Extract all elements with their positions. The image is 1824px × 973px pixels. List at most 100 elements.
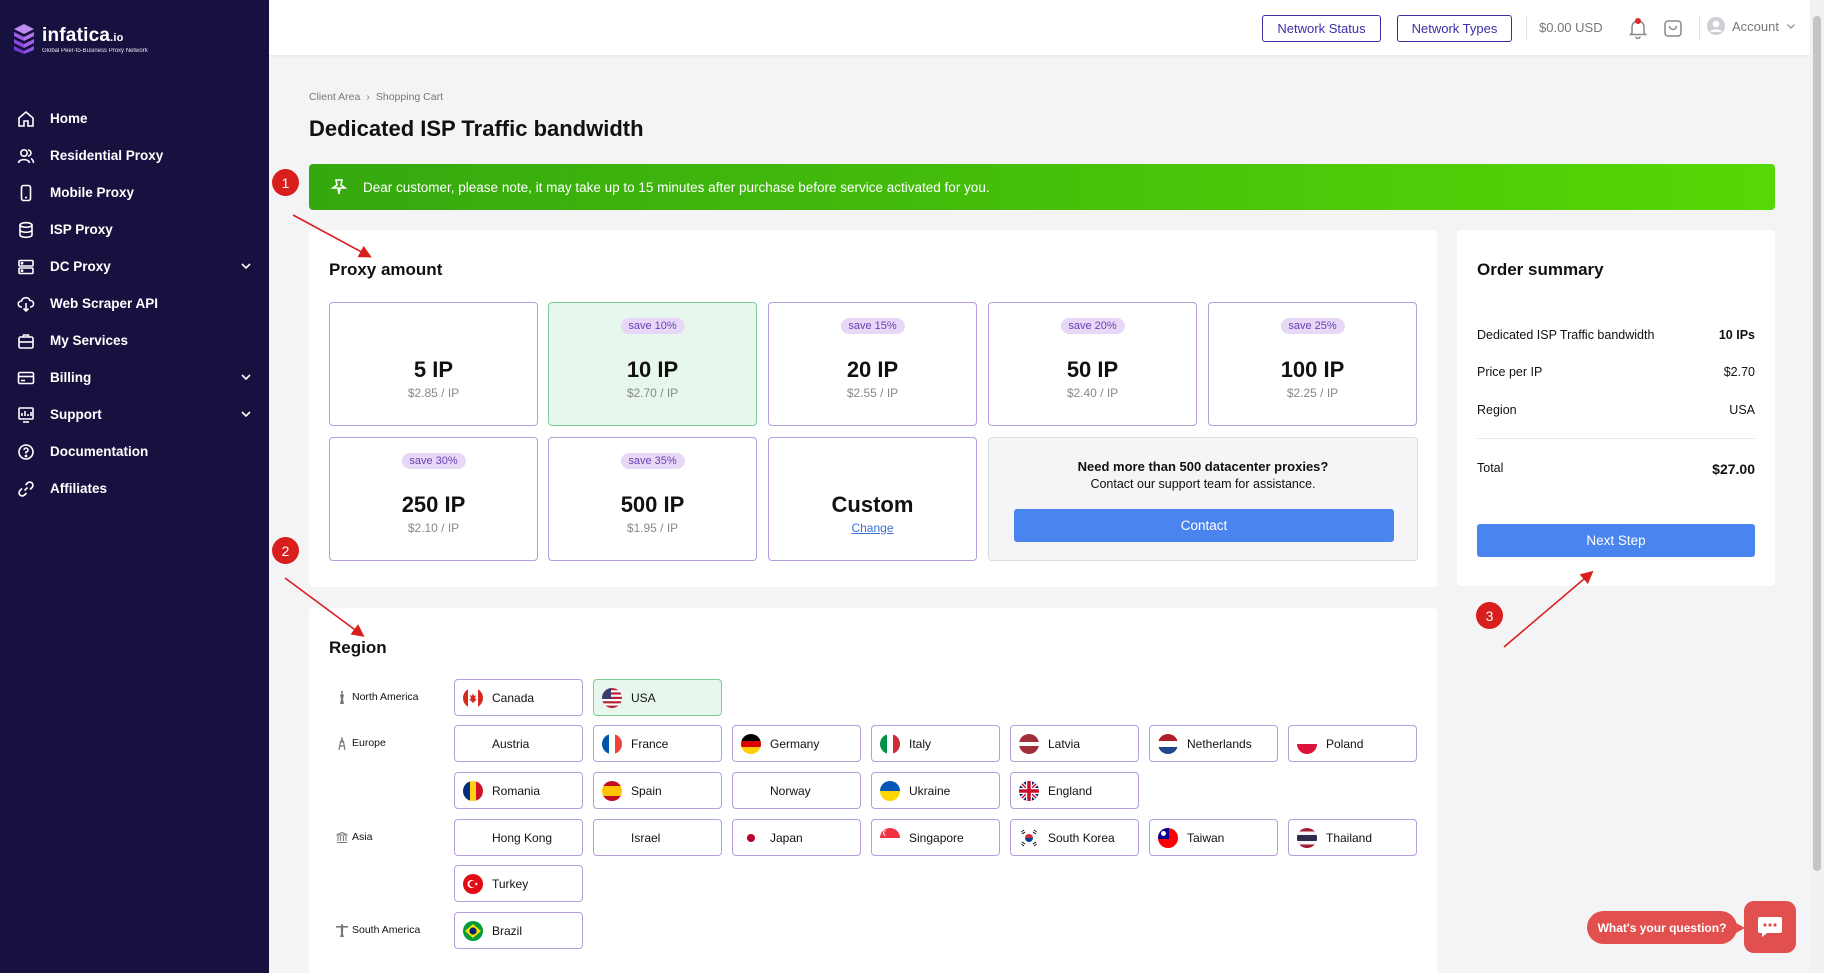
country-label: Brazil: [492, 923, 523, 938]
amount-option-500[interactable]: save 35% 500 IP $1.95 / IP: [548, 437, 757, 561]
amount-option-20[interactable]: save 15% 20 IP $2.55 / IP: [768, 302, 977, 426]
account-menu[interactable]: Account: [1706, 16, 1797, 36]
amount-option-10[interactable]: save 10% 10 IP $2.70 / IP: [548, 302, 757, 426]
annotation-marker-1: 1: [272, 169, 299, 196]
network-types-button[interactable]: Network Types: [1397, 15, 1512, 42]
amount-option-100[interactable]: save 25% 100 IP $2.25 / IP: [1208, 302, 1417, 426]
sidebar-item-dc-proxy[interactable]: DC Proxy: [0, 248, 269, 285]
country-romania[interactable]: Romania: [454, 772, 583, 809]
amount-option-50[interactable]: save 20% 50 IP $2.40 / IP: [988, 302, 1197, 426]
total-value: $27.00: [1712, 461, 1755, 477]
country-italy[interactable]: Italy: [871, 725, 1000, 762]
sidebar-item-documentation[interactable]: Documentation: [0, 433, 269, 470]
divider: [1699, 16, 1700, 41]
flag-taiwan-icon: [1158, 827, 1178, 848]
country-canada[interactable]: Canada: [454, 679, 583, 716]
scrollbar[interactable]: [1810, 0, 1824, 973]
flag-south-korea-icon: [1019, 827, 1039, 848]
amount-price: $2.40 / IP: [1066, 386, 1119, 400]
sidebar-item-mobile-proxy[interactable]: Mobile Proxy: [0, 174, 269, 211]
cart-icon[interactable]: [1662, 17, 1684, 39]
sidebar-item-my-services[interactable]: My Services: [0, 322, 269, 359]
scrollbar-thumb[interactable]: [1813, 16, 1821, 871]
amount-option-custom[interactable]: Custom Change: [768, 437, 977, 561]
country-latvia[interactable]: Latvia: [1010, 725, 1139, 762]
country-japan[interactable]: Japan: [732, 819, 861, 856]
amount-value: 10 IP: [626, 357, 679, 382]
users-icon: [16, 146, 36, 166]
star-icon: [330, 179, 348, 195]
chat-prompt[interactable]: What's your question?: [1587, 911, 1745, 944]
logo[interactable]: infatica.io Global Peer-to-Business Prox…: [14, 24, 148, 54]
flag-france-icon: [602, 733, 622, 754]
country-label: Singapore: [909, 830, 964, 845]
country-usa[interactable]: USA: [593, 679, 722, 716]
sidebar-item-home[interactable]: Home: [0, 100, 269, 137]
server-icon: [16, 257, 36, 277]
card-icon: [16, 368, 36, 388]
sidebar-item-residential-proxy[interactable]: Residential Proxy: [0, 137, 269, 174]
country-label: France: [631, 736, 669, 751]
sidebar-item-support[interactable]: Support: [0, 396, 269, 433]
amount-value: 100 IP: [1280, 357, 1345, 382]
country-hong-kong[interactable]: Hong Kong: [454, 819, 583, 856]
country-label: Austria: [492, 736, 530, 751]
country-label: USA: [631, 690, 656, 705]
country-south-korea[interactable]: South Korea: [1010, 819, 1139, 856]
country-taiwan[interactable]: Taiwan: [1149, 819, 1278, 856]
notice-banner: Dear customer, please note, it may take …: [309, 164, 1775, 210]
sidebar-item-label: My Services: [50, 333, 129, 348]
region-group-asia: Asia: [336, 830, 372, 844]
flag-poland-icon: [1297, 733, 1317, 754]
annotation-marker-2: 2: [272, 537, 299, 564]
country-spain[interactable]: Spain: [593, 772, 722, 809]
logo-suffix: .io: [110, 31, 124, 44]
amount-price: $2.25 / IP: [1286, 386, 1339, 400]
breadcrumb-item-client-area[interactable]: Client Area: [309, 91, 360, 103]
chat-button[interactable]: [1744, 901, 1796, 953]
eiffel-tower-icon: [336, 736, 348, 750]
statue-icon: [336, 690, 348, 704]
country-poland[interactable]: Poland: [1288, 725, 1417, 762]
sidebar-item-label: Support: [50, 407, 102, 422]
country-thailand[interactable]: Thailand: [1288, 819, 1417, 856]
country-france[interactable]: France: [593, 725, 722, 762]
database-icon: [16, 220, 36, 240]
save-badge: save 10%: [620, 318, 685, 334]
contact-button[interactable]: Contact: [1014, 509, 1394, 542]
avatar-icon: [1707, 17, 1725, 35]
next-step-button[interactable]: Next Step: [1477, 524, 1755, 557]
country-germany[interactable]: Germany: [732, 725, 861, 762]
summary-row-total: Total $27.00: [1477, 461, 1755, 477]
flag-canada-icon: [463, 687, 483, 708]
balance[interactable]: $0.00 USD: [1539, 20, 1603, 35]
flag-uk-icon: [1019, 780, 1039, 801]
save-badge: save 15%: [840, 318, 905, 334]
network-status-button[interactable]: Network Status: [1262, 15, 1381, 42]
country-netherlands[interactable]: Netherlands: [1149, 725, 1278, 762]
country-austria[interactable]: Austria: [454, 725, 583, 762]
amount-option-5[interactable]: 5 IP $2.85 / IP: [329, 302, 538, 426]
christ-statue-icon: [336, 923, 348, 937]
country-israel[interactable]: Israel: [593, 819, 722, 856]
sidebar-item-web-scraper-api[interactable]: Web Scraper API: [0, 285, 269, 322]
flag-thailand-icon: [1297, 827, 1317, 848]
logo-tagline: Global Peer-to-Business Proxy Network: [42, 47, 148, 54]
country-ukraine[interactable]: Ukraine: [871, 772, 1000, 809]
flag-singapore-icon: [880, 827, 900, 848]
temple-icon: [336, 830, 348, 844]
change-link[interactable]: Change: [769, 521, 976, 535]
sidebar-item-isp-proxy[interactable]: ISP Proxy: [0, 211, 269, 248]
country-england[interactable]: England: [1010, 772, 1139, 809]
sidebar-item-affiliates[interactable]: Affiliates: [0, 470, 269, 507]
amount-option-250[interactable]: save 30% 250 IP $2.10 / IP: [329, 437, 538, 561]
country-brazil[interactable]: Brazil: [454, 912, 583, 949]
country-norway[interactable]: Norway: [732, 772, 861, 809]
country-label: Germany: [770, 736, 820, 751]
country-label: Poland: [1326, 736, 1364, 751]
country-label: Netherlands: [1187, 736, 1252, 751]
chevron-down-icon: [1786, 24, 1795, 29]
country-singapore[interactable]: Singapore: [871, 819, 1000, 856]
sidebar-item-billing[interactable]: Billing: [0, 359, 269, 396]
country-turkey[interactable]: Turkey: [454, 865, 583, 902]
